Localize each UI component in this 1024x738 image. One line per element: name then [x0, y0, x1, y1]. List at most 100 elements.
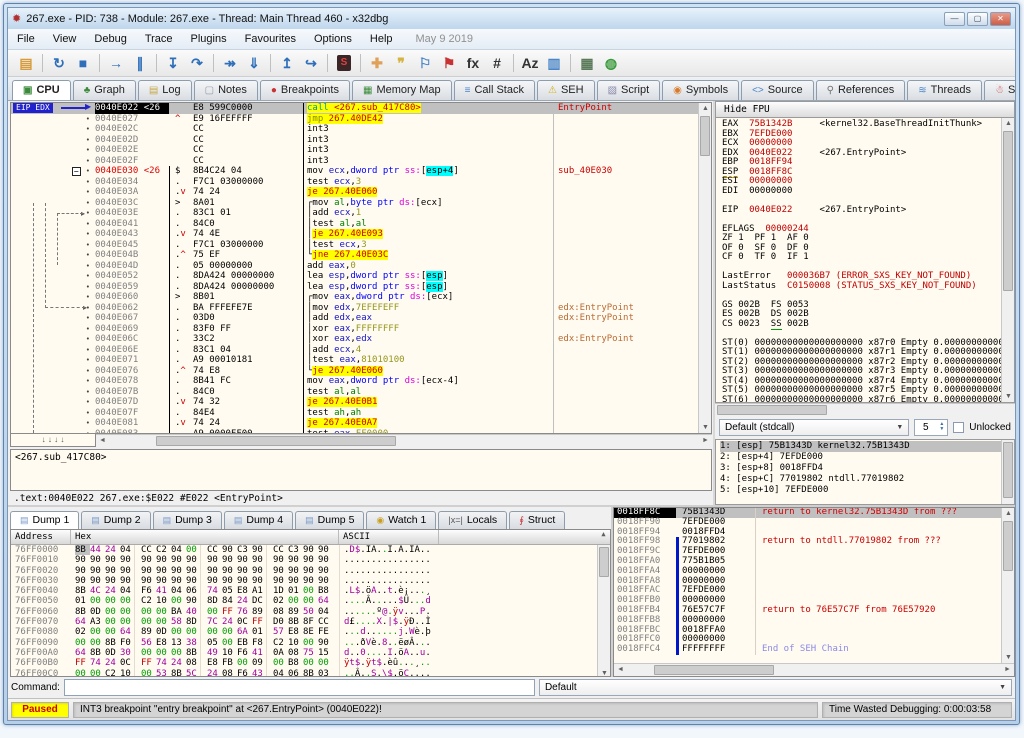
- stack-row[interactable]: 0018FFB476E57C7Freturn to 76E57C7F from …: [614, 606, 1001, 616]
- registers-vscrollbar[interactable]: ▲ ▼: [1001, 118, 1014, 402]
- disasm-row[interactable]: •0040E045.F7C1 03000000│test ecx,3: [11, 240, 698, 251]
- argument-line[interactable]: 4: [esp+C] 77019802 ntdll.77019802: [720, 474, 1001, 485]
- dump-hex-bytes[interactable]: 8B442404CCC20400CC90C390CCC39090: [71, 545, 339, 555]
- disasm-row[interactable]: •0040E02DCCint3: [11, 135, 698, 146]
- disasm-row[interactable]: •0040E06E.83C1 04│add ecx,4: [11, 345, 698, 356]
- maximize-button[interactable]: ▢: [967, 12, 988, 26]
- disasm-address[interactable]: 0040E059: [95, 282, 169, 293]
- stack-row[interactable]: 0018FFA400000000: [614, 567, 1001, 577]
- argument-line[interactable]: 1: [esp] 75B1343D kernel32.75B1343D: [720, 441, 1001, 452]
- dump-hex-bytes[interactable]: 648B0D300000008B4910F6410A087515: [71, 648, 339, 658]
- dump-ascii[interactable]: ......º@.ÿv...P.: [339, 607, 439, 617]
- arguments-vscrollbar[interactable]: [1001, 440, 1014, 504]
- menu-plugins[interactable]: Plugins: [182, 31, 236, 47]
- disasm-instruction[interactable]: je 267.40E060: [303, 187, 553, 198]
- disasm-instruction[interactable]: int3: [303, 124, 553, 135]
- disasm-row[interactable]: •0040E052.8DA424 00000000lea esp,dword p…: [11, 271, 698, 282]
- disasm-address[interactable]: 0040E052: [95, 271, 169, 282]
- disasm-instruction[interactable]: │test ecx,3: [303, 240, 553, 251]
- tab-dump-4[interactable]: ▤Dump 4: [224, 511, 293, 529]
- dump-row[interactable]: 76FF00A0648B0D300000008B4910F6410A087515…: [11, 648, 597, 658]
- disasm-instruction[interactable]: mov ecx,dword ptr ss:[esp+4]: [303, 166, 553, 177]
- stack-row[interactable]: 0018FFC4FFFFFFFFEnd of SEH Chain: [614, 645, 1001, 655]
- stack-hscrollbar[interactable]: ◄ ►: [614, 663, 1014, 676]
- disasm-instruction[interactable]: jmp 267.40DE42: [303, 114, 553, 125]
- tab-dump-1[interactable]: ▤Dump 1: [10, 511, 79, 529]
- dump-address[interactable]: 76FF0050: [11, 596, 71, 606]
- dump-address[interactable]: 76FF00A0: [11, 648, 71, 658]
- function-button[interactable]: fx: [461, 52, 485, 74]
- disasm-address[interactable]: 0040E076: [95, 366, 169, 377]
- disasm-row[interactable]: •0040E027^E9 16FEFFFFjmp 267.40DE42: [11, 114, 698, 125]
- disasm-address[interactable]: 0040E027: [95, 114, 169, 125]
- disasm-instruction[interactable]: int3: [303, 135, 553, 146]
- dump-row[interactable]: 76FF003090909090909090909090909090909090…: [11, 576, 597, 586]
- dump-hex-bytes[interactable]: 90909090909090909090909090909090: [71, 555, 339, 565]
- dump-address[interactable]: 76FF0040: [11, 586, 71, 596]
- dump-ascii[interactable]: .L$.öA..t.è¡...¸: [339, 586, 439, 596]
- menu-options[interactable]: Options: [305, 31, 361, 47]
- disasm-row[interactable]: •0040E076.^74 E8└je 267.40E060: [11, 366, 698, 377]
- disasm-row[interactable]: •0040E022 <26E8 599C0000call <267.sub_41…: [11, 103, 698, 114]
- step-out-button[interactable]: ↥: [275, 52, 299, 74]
- disasm-row[interactable]: •0040E02CCCint3: [11, 124, 698, 135]
- disasm-instruction[interactable]: mov eax,dword ptr ds:[ecx-4]: [303, 376, 553, 387]
- dump-row[interactable]: 76FF00B0FF74240CFF742408E8FB000900B80000…: [11, 658, 597, 668]
- tab-log[interactable]: ▤Log: [138, 80, 192, 100]
- bookmark-button[interactable]: ⚑: [437, 52, 461, 74]
- tab-cpu[interactable]: ▣CPU: [12, 80, 71, 100]
- dump-ascii[interactable]: d..0....I.öA..u.: [339, 648, 439, 658]
- register-line[interactable]: CS 0023 SS 002B: [722, 320, 1001, 330]
- scroll-thumb[interactable]: [700, 116, 710, 156]
- dump-hex-bytes[interactable]: 0000C21000538B5C2408F64304068B03: [71, 669, 339, 677]
- disassembly-hscrollbar[interactable]: ◄ ►: [96, 434, 712, 447]
- tab-references[interactable]: ⚲References: [816, 80, 906, 100]
- stack-row[interactable]: 0018FFA0775B1B05: [614, 557, 1001, 567]
- scroll-thumb[interactable]: [717, 405, 827, 415]
- tab-locals[interactable]: |x=|Locals: [438, 511, 507, 529]
- tab-snowman[interactable]: ☃Snowman: [984, 80, 1015, 100]
- menu-view[interactable]: View: [44, 31, 86, 47]
- disasm-address[interactable]: 0040E07F: [95, 408, 169, 419]
- stack-row[interactable]: 0018FF907EFDE000: [614, 518, 1001, 528]
- disasm-address[interactable]: 0040E071: [95, 355, 169, 366]
- disasm-address[interactable]: 0040E078: [95, 376, 169, 387]
- disasm-address[interactable]: 0040E03C: [95, 198, 169, 209]
- disasm-instruction[interactable]: │test eax,81010100: [303, 355, 553, 366]
- pause-button[interactable]: ∥: [128, 52, 152, 74]
- scroll-left-arrow[interactable]: ◄: [96, 435, 109, 446]
- dump-address[interactable]: 76FF0010: [11, 555, 71, 565]
- disasm-address[interactable]: 0040E041: [95, 219, 169, 230]
- disasm-row[interactable]: •0040E04B.^75 EF└jne 267.40E03C: [11, 250, 698, 261]
- scroll-thumb[interactable]: [599, 547, 609, 577]
- dump-address[interactable]: 76FF0090: [11, 638, 71, 648]
- dump-ascii[interactable]: ..Â..S.\$.öC....: [339, 669, 439, 677]
- address-column-header[interactable]: Address: [11, 530, 71, 544]
- disasm-row[interactable]: •0040E067.03D0│add edx,eaxedx:EntryPoint: [11, 313, 698, 324]
- dump-address[interactable]: 76FF00C0: [11, 669, 71, 677]
- attach-button[interactable]: ▥: [542, 52, 566, 74]
- disasm-row[interactable]: •0040E062.BA FFFEFE7E│mov edx,7EFEFEFFed…: [11, 303, 698, 314]
- disasm-row[interactable]: •0040E07D.v74 32je 267.40E0B1: [11, 397, 698, 408]
- open-file-button[interactable]: ▤: [14, 52, 38, 74]
- disasm-instruction[interactable]: │add ecx,1: [303, 208, 553, 219]
- dump-row[interactable]: 76FF007064A300000000588D7C240CFFD08B8FCC…: [11, 617, 597, 627]
- dump-hex-bytes[interactable]: 8B4C2404F64104067405E8A11D0100B8: [71, 586, 339, 596]
- disasm-address[interactable]: 0040E07D: [95, 397, 169, 408]
- disasm-row[interactable]: •0040E04D.05 00000000add eax,0: [11, 261, 698, 272]
- run-to-user-code-button[interactable]: ↪: [299, 52, 323, 74]
- dump-ascii[interactable]: d£....X.|$.ÿÐ..Ì: [339, 617, 439, 627]
- disasm-row[interactable]: •0040E03C>8A01┌mov al,byte ptr ds:[ecx]: [11, 198, 698, 209]
- disasm-row[interactable]: •0040E043.v74 4E│je 267.40E093: [11, 229, 698, 240]
- dump-row[interactable]: 76FF00408B4C2404F64104067405E8A11D0100B8…: [11, 586, 597, 596]
- disasm-row[interactable]: •0040E02FCCint3: [11, 156, 698, 167]
- dump-hex-bytes[interactable]: FF74240CFF742408E8FB000900B80000: [71, 658, 339, 668]
- argument-line[interactable]: 5: [esp+10] 7EFDE000: [720, 485, 1001, 496]
- disasm-row[interactable]: •0040E07F.84E4test ah,ah: [11, 408, 698, 419]
- disasm-row[interactable]: •0040E03A.v74 24je 267.40E060: [11, 187, 698, 198]
- disasm-instruction[interactable]: lea esp,dword ptr ss:[esp]: [303, 282, 553, 293]
- stop-button[interactable]: ■: [71, 52, 95, 74]
- disasm-address[interactable]: 0040E022 <26: [95, 103, 169, 114]
- argument-depth-stepper[interactable]: 5 ▲▼: [914, 419, 948, 436]
- disasm-row[interactable]: •0040E041.84C0│test al,al: [11, 219, 698, 230]
